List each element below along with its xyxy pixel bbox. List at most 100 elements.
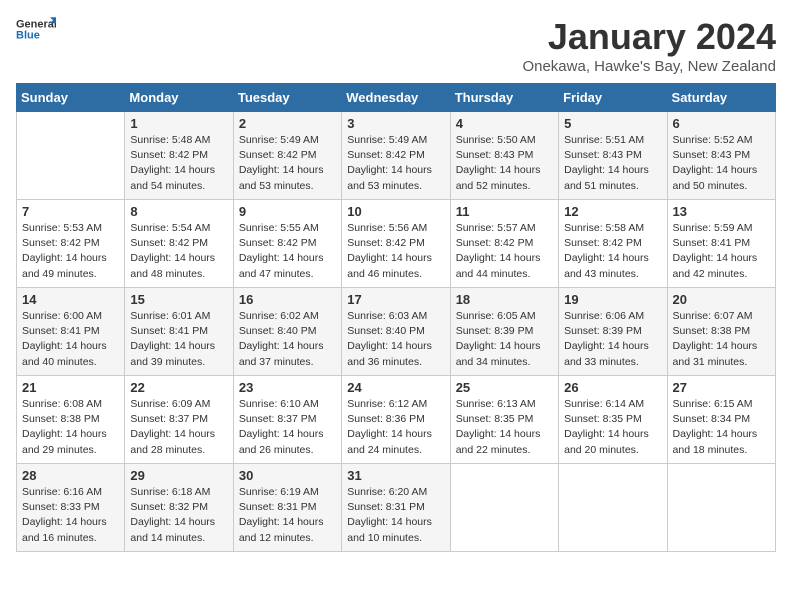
day-number: 18 — [456, 292, 553, 307]
day-number: 6 — [673, 116, 770, 131]
logo-icon: General Blue — [16, 16, 56, 44]
day-cell: 5 Sunrise: 5:51 AMSunset: 8:43 PMDaylight… — [559, 112, 667, 200]
day-detail: Sunrise: 6:16 AMSunset: 8:33 PMDaylight:… — [22, 485, 119, 546]
day-cell: 2 Sunrise: 5:49 AMSunset: 8:42 PMDaylight… — [233, 112, 341, 200]
day-detail: Sunrise: 6:18 AMSunset: 8:32 PMDaylight:… — [130, 485, 227, 546]
day-cell — [559, 464, 667, 552]
column-header-friday: Friday — [559, 84, 667, 112]
day-number: 29 — [130, 468, 227, 483]
day-number: 15 — [130, 292, 227, 307]
day-detail: Sunrise: 5:48 AMSunset: 8:42 PMDaylight:… — [130, 133, 227, 194]
day-detail: Sunrise: 5:50 AMSunset: 8:43 PMDaylight:… — [456, 133, 553, 194]
day-number: 19 — [564, 292, 661, 307]
day-detail: Sunrise: 5:54 AMSunset: 8:42 PMDaylight:… — [130, 221, 227, 282]
day-number: 10 — [347, 204, 444, 219]
column-header-sunday: Sunday — [17, 84, 125, 112]
day-cell: 23 Sunrise: 6:10 AMSunset: 8:37 PMDayligh… — [233, 376, 341, 464]
week-row-4: 21 Sunrise: 6:08 AMSunset: 8:38 PMDayligh… — [17, 376, 776, 464]
day-detail: Sunrise: 5:51 AMSunset: 8:43 PMDaylight:… — [564, 133, 661, 194]
day-detail: Sunrise: 6:13 AMSunset: 8:35 PMDaylight:… — [456, 397, 553, 458]
calendar-table: SundayMondayTuesdayWednesdayThursdayFrid… — [16, 83, 776, 552]
day-cell: 9Sunrise: 5:55 AMSunset: 8:42 PMDaylight… — [233, 200, 341, 288]
month-title: January 2024 — [522, 16, 776, 58]
week-row-5: 28Sunrise: 6:16 AMSunset: 8:33 PMDayligh… — [17, 464, 776, 552]
page-header: General Blue January 2024 Onekawa, Hawke… — [16, 16, 776, 75]
day-number: 5 — [564, 116, 661, 131]
day-number: 30 — [239, 468, 336, 483]
title-block: January 2024 Onekawa, Hawke's Bay, New Z… — [522, 16, 776, 75]
column-header-saturday: Saturday — [667, 84, 775, 112]
day-cell: 10Sunrise: 5:56 AMSunset: 8:42 PMDayligh… — [342, 200, 450, 288]
column-header-tuesday: Tuesday — [233, 84, 341, 112]
day-detail: Sunrise: 5:57 AMSunset: 8:42 PMDaylight:… — [456, 221, 553, 282]
day-detail: Sunrise: 6:08 AMSunset: 8:38 PMDaylight:… — [22, 397, 119, 458]
location-subtitle: Onekawa, Hawke's Bay, New Zealand — [522, 58, 776, 75]
day-cell: 19Sunrise: 6:06 AMSunset: 8:39 PMDayligh… — [559, 288, 667, 376]
week-row-2: 7Sunrise: 5:53 AMSunset: 8:42 PMDaylight… — [17, 200, 776, 288]
day-cell: 17 Sunrise: 6:03 AMSunset: 8:40 PMDayligh… — [342, 288, 450, 376]
day-detail: Sunrise: 6:12 AMSunset: 8:36 PMDaylight:… — [347, 397, 444, 458]
day-cell: 12 Sunrise: 5:58 AMSunset: 8:42 PMDayligh… — [559, 200, 667, 288]
day-cell: 28Sunrise: 6:16 AMSunset: 8:33 PMDayligh… — [17, 464, 125, 552]
column-header-monday: Monday — [125, 84, 233, 112]
day-detail: Sunrise: 5:58 AMSunset: 8:42 PMDaylight:… — [564, 221, 661, 282]
day-number: 11 — [456, 204, 553, 219]
column-header-wednesday: Wednesday — [342, 84, 450, 112]
day-detail: Sunrise: 6:20 AMSunset: 8:31 PMDaylight:… — [347, 485, 444, 546]
day-cell — [667, 464, 775, 552]
day-cell: 30 Sunrise: 6:19 AMSunset: 8:31 PMDayligh… — [233, 464, 341, 552]
day-number: 17 — [347, 292, 444, 307]
day-number: 8 — [130, 204, 227, 219]
header-row: SundayMondayTuesdayWednesdayThursdayFrid… — [17, 84, 776, 112]
day-detail: Sunrise: 6:10 AMSunset: 8:37 PMDaylight:… — [239, 397, 336, 458]
day-cell: 8 Sunrise: 5:54 AMSunset: 8:42 PMDaylight… — [125, 200, 233, 288]
day-number: 2 — [239, 116, 336, 131]
day-number: 4 — [456, 116, 553, 131]
day-detail: Sunrise: 6:01 AMSunset: 8:41 PMDaylight:… — [130, 309, 227, 370]
day-number: 26 — [564, 380, 661, 395]
day-cell: 11 Sunrise: 5:57 AMSunset: 8:42 PMDayligh… — [450, 200, 558, 288]
day-cell: 26 Sunrise: 6:14 AMSunset: 8:35 PMDayligh… — [559, 376, 667, 464]
day-cell: 4 Sunrise: 5:50 AMSunset: 8:43 PMDaylight… — [450, 112, 558, 200]
day-number: 1 — [130, 116, 227, 131]
day-number: 27 — [673, 380, 770, 395]
day-number: 22 — [130, 380, 227, 395]
day-detail: Sunrise: 5:49 AMSunset: 8:42 PMDaylight:… — [347, 133, 444, 194]
day-cell: 25 Sunrise: 6:13 AMSunset: 8:35 PMDayligh… — [450, 376, 558, 464]
day-number: 20 — [673, 292, 770, 307]
day-detail: Sunrise: 6:02 AMSunset: 8:40 PMDaylight:… — [239, 309, 336, 370]
day-number: 12 — [564, 204, 661, 219]
day-number: 16 — [239, 292, 336, 307]
day-detail: Sunrise: 6:14 AMSunset: 8:35 PMDaylight:… — [564, 397, 661, 458]
day-detail: Sunrise: 5:55 AMSunset: 8:42 PMDaylight:… — [239, 221, 336, 282]
day-number: 3 — [347, 116, 444, 131]
day-detail: Sunrise: 6:09 AMSunset: 8:37 PMDaylight:… — [130, 397, 227, 458]
day-cell: 27 Sunrise: 6:15 AMSunset: 8:34 PMDayligh… — [667, 376, 775, 464]
logo: General Blue — [16, 16, 56, 46]
day-cell: 13Sunrise: 5:59 AMSunset: 8:41 PMDayligh… — [667, 200, 775, 288]
day-number: 14 — [22, 292, 119, 307]
day-cell: 18 Sunrise: 6:05 AMSunset: 8:39 PMDayligh… — [450, 288, 558, 376]
day-cell: 20Sunrise: 6:07 AMSunset: 8:38 PMDayligh… — [667, 288, 775, 376]
day-number: 24 — [347, 380, 444, 395]
day-number: 23 — [239, 380, 336, 395]
day-detail: Sunrise: 6:03 AMSunset: 8:40 PMDaylight:… — [347, 309, 444, 370]
day-cell: 31Sunrise: 6:20 AMSunset: 8:31 PMDayligh… — [342, 464, 450, 552]
day-detail: Sunrise: 6:15 AMSunset: 8:34 PMDaylight:… — [673, 397, 770, 458]
day-cell: 29 Sunrise: 6:18 AMSunset: 8:32 PMDayligh… — [125, 464, 233, 552]
day-number: 21 — [22, 380, 119, 395]
column-header-thursday: Thursday — [450, 84, 558, 112]
svg-text:Blue: Blue — [16, 29, 40, 41]
day-detail: Sunrise: 6:19 AMSunset: 8:31 PMDaylight:… — [239, 485, 336, 546]
day-cell: 24 Sunrise: 6:12 AMSunset: 8:36 PMDayligh… — [342, 376, 450, 464]
day-cell: 1 Sunrise: 5:48 AMSunset: 8:42 PMDaylight… — [125, 112, 233, 200]
day-cell — [17, 112, 125, 200]
day-number: 25 — [456, 380, 553, 395]
day-detail: Sunrise: 5:53 AMSunset: 8:42 PMDaylight:… — [22, 221, 119, 282]
svg-text:General: General — [16, 18, 56, 30]
week-row-3: 14Sunrise: 6:00 AMSunset: 8:41 PMDayligh… — [17, 288, 776, 376]
day-cell: 22 Sunrise: 6:09 AMSunset: 8:37 PMDayligh… — [125, 376, 233, 464]
day-detail: Sunrise: 5:49 AMSunset: 8:42 PMDaylight:… — [239, 133, 336, 194]
day-cell: 16 Sunrise: 6:02 AMSunset: 8:40 PMDayligh… — [233, 288, 341, 376]
day-detail: Sunrise: 6:05 AMSunset: 8:39 PMDaylight:… — [456, 309, 553, 370]
